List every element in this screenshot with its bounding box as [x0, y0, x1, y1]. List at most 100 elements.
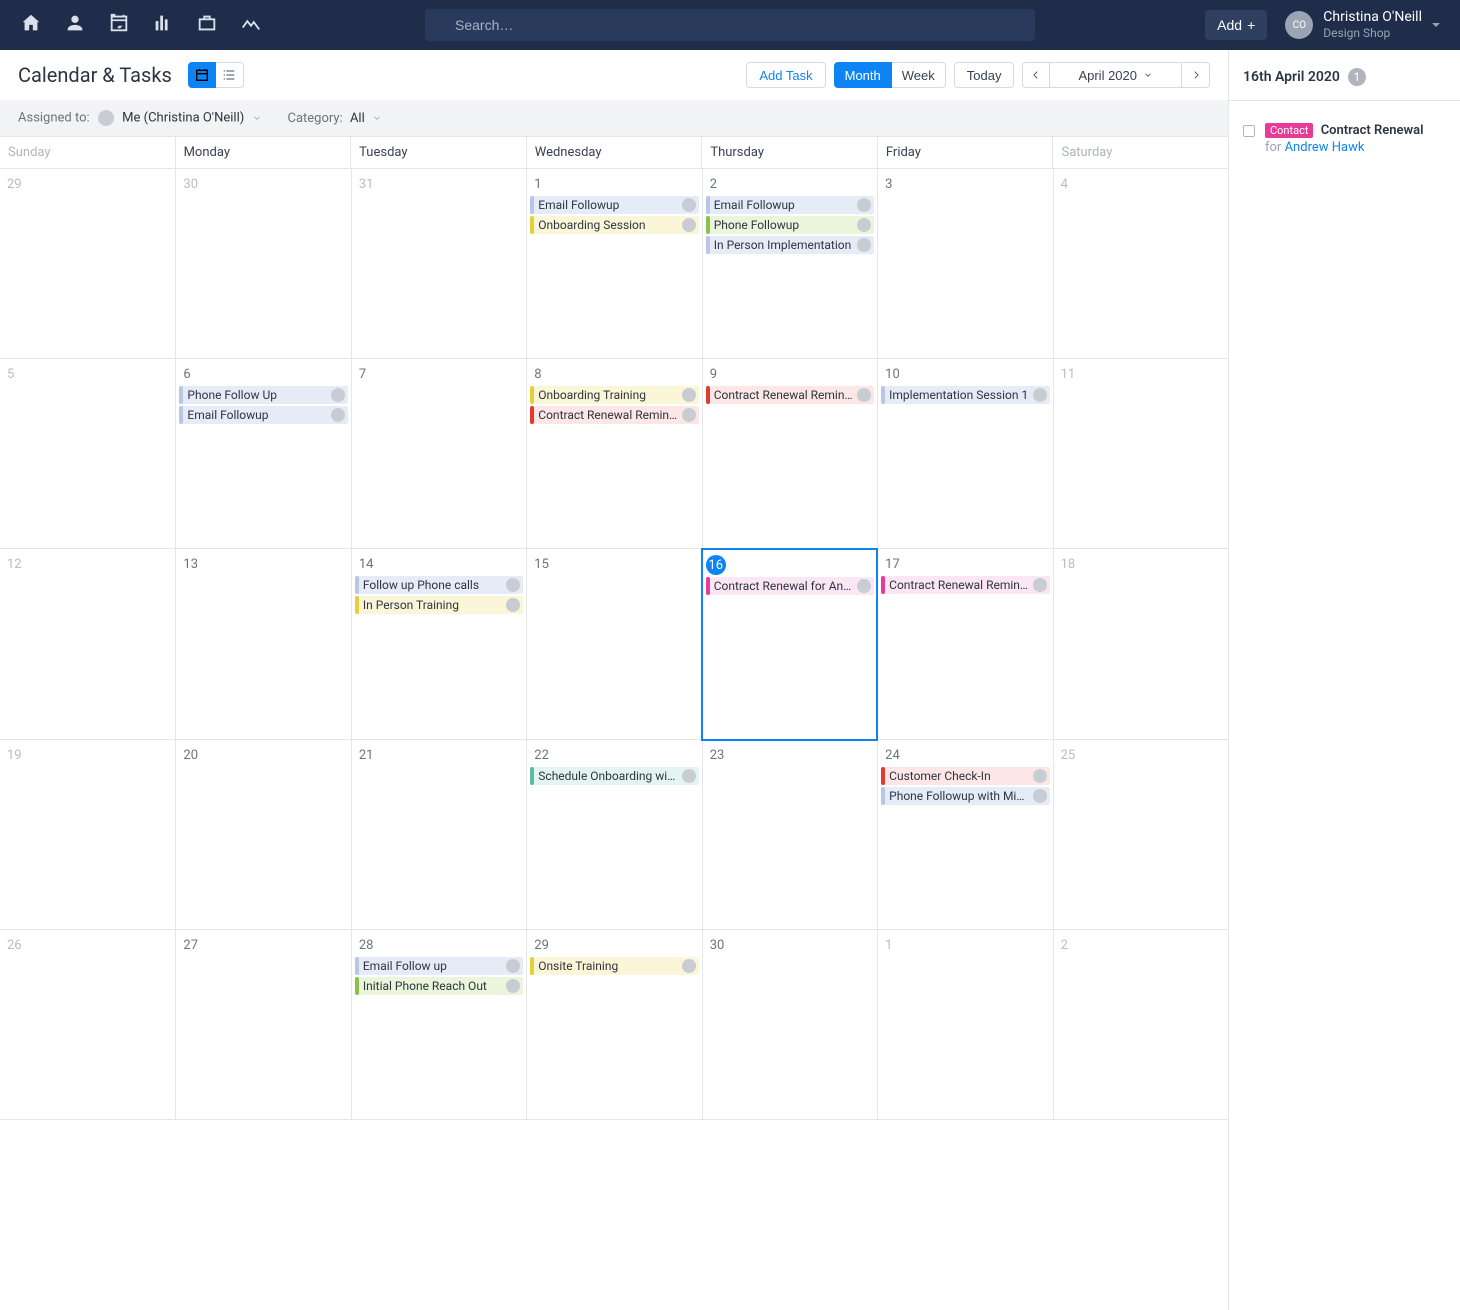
calendar-cell[interactable]: 24Customer Check-InPhone Followup with M…	[877, 740, 1052, 930]
task-chip[interactable]: In Person Implementation	[706, 236, 874, 254]
task-chip[interactable]: Contract Renewal Reminder	[881, 576, 1049, 594]
task-chip[interactable]: Onboarding Training	[530, 386, 698, 404]
calendar-cell[interactable]: 4	[1053, 169, 1228, 359]
avatar-icon	[1033, 789, 1047, 803]
view-list[interactable]	[216, 62, 244, 88]
calendar-cell[interactable]: 10Implementation Session 1	[877, 359, 1052, 549]
reports-icon[interactable]	[152, 12, 174, 38]
task-chip[interactable]: Customer Check-In	[881, 767, 1049, 785]
today-button[interactable]: Today	[954, 62, 1015, 88]
activity-icon[interactable]	[240, 12, 262, 38]
calendar-cell[interactable]: 5	[0, 359, 175, 549]
calendar-cell[interactable]: 1	[877, 930, 1052, 1120]
task-checkbox[interactable]	[1243, 125, 1255, 137]
calendar-cell[interactable]: 23	[702, 740, 877, 930]
calendar-cell[interactable]: 28Email Follow upInitial Phone Reach Out	[351, 930, 526, 1120]
task-chip[interactable]: Initial Phone Reach Out	[355, 977, 523, 995]
prev-month[interactable]	[1022, 62, 1050, 88]
task-chip[interactable]: Phone Follow Up	[179, 386, 347, 404]
calendar-cell[interactable]: 6Phone Follow UpEmail Followup	[175, 359, 350, 549]
sidebar-task[interactable]: Contact Contract Renewal for Andrew Hawk	[1243, 123, 1446, 155]
calendar-cell[interactable]: 21	[351, 740, 526, 930]
day-number: 18	[1057, 555, 1080, 574]
home-icon[interactable]	[20, 12, 42, 38]
task-chip[interactable]: Contract Renewal Reminder	[530, 406, 698, 424]
calendar-cell[interactable]: 8 Onboarding Training Contract Renewal Rem…	[526, 359, 701, 549]
task-chip[interactable]: Email Follow up	[355, 957, 523, 975]
day-number: 15	[530, 555, 553, 574]
add-task-button[interactable]: Add Task	[746, 62, 825, 88]
calendar-cell[interactable]: 11	[1053, 359, 1228, 549]
calendar-cell[interactable]: 12	[0, 549, 175, 739]
calendar-cell[interactable]: 9Contract Renewal Reminder	[702, 359, 877, 549]
task-chip[interactable]: Phone Followup with Mike	[881, 787, 1049, 805]
calendar-body: 2930311Email FollowupOnboarding Session2…	[0, 169, 1228, 1310]
task-chip[interactable]: Onboarding Session	[530, 216, 698, 234]
category-filter[interactable]: Category: All	[288, 111, 383, 126]
range-week[interactable]: Week	[892, 62, 946, 88]
avatar-icon	[1033, 769, 1047, 783]
briefcase-icon[interactable]	[196, 12, 218, 38]
calendar-cell[interactable]: 2Email FollowupPhone FollowupIn Person I…	[702, 169, 877, 359]
task-chip[interactable]: Contract Renewal for Andr…	[706, 577, 874, 595]
calendar-cell[interactable]: 25	[1053, 740, 1228, 930]
month-select[interactable]: April 2020	[1050, 62, 1182, 88]
calendar-cell[interactable]: 18	[1053, 549, 1228, 739]
calendar-cell[interactable]: 2	[1053, 930, 1228, 1120]
calendar-cell[interactable]: 7	[351, 359, 526, 549]
nav-icons	[20, 12, 262, 38]
add-button[interactable]: Add+	[1205, 10, 1267, 40]
calendar-cell[interactable]: 27	[175, 930, 350, 1120]
sidebar-date-header: 16th April 2020 1	[1243, 68, 1446, 86]
day-number: 25	[1057, 746, 1080, 765]
sidebar-count: 1	[1348, 68, 1366, 86]
task-label: Schedule Onboarding with…	[538, 769, 677, 783]
calendar-cell[interactable]: 22Schedule Onboarding with…	[526, 740, 701, 930]
task-chip[interactable]: Onsite Training	[530, 957, 698, 975]
sidebar-for: for	[1265, 140, 1281, 155]
person-icon[interactable]	[64, 12, 86, 38]
calendar-cell[interactable]: 3	[877, 169, 1052, 359]
color-stripe	[881, 787, 885, 805]
search-input[interactable]	[425, 9, 1035, 41]
avatar-icon	[506, 598, 520, 612]
user-menu[interactable]: CO Christina O'Neill Design Shop	[1285, 9, 1440, 40]
calendar-cell[interactable]: 16Contract Renewal for Andr…	[702, 549, 877, 739]
next-month[interactable]	[1182, 62, 1210, 88]
task-chip[interactable]: Schedule Onboarding with…	[530, 767, 698, 785]
calendar-cell[interactable]: 31	[351, 169, 526, 359]
calendar-cell[interactable]: 17 Contract Renewal Reminder	[877, 549, 1052, 739]
calendar-cell[interactable]: 30	[175, 169, 350, 359]
day-number: 8	[530, 365, 545, 384]
task-chip[interactable]: Contract Renewal Reminder	[706, 386, 874, 404]
range-month[interactable]: Month	[834, 62, 892, 88]
task-chip[interactable]: Phone Followup	[706, 216, 874, 234]
topbar: Add+ CO Christina O'Neill Design Shop	[0, 0, 1460, 50]
calendar-cell[interactable]: 15	[526, 549, 701, 739]
calendar-cell[interactable]: 29Onsite Training	[526, 930, 701, 1120]
task-chip[interactable]: In Person Training	[355, 596, 523, 614]
task-chip[interactable]: Follow up Phone calls	[355, 576, 523, 594]
view-toggle	[188, 62, 244, 88]
calendar-cell[interactable]: 26	[0, 930, 175, 1120]
task-chip[interactable]: Implementation Session 1	[881, 386, 1049, 404]
calendar-cell[interactable]: 30	[702, 930, 877, 1120]
calendar-cell[interactable]: 14Follow up Phone callsIn Person Trainin…	[351, 549, 526, 739]
calendar-icon[interactable]	[108, 12, 130, 38]
day-number: 17	[881, 555, 904, 574]
avatar-icon	[682, 218, 696, 232]
task-chip[interactable]: Email Followup	[179, 406, 347, 424]
sidebar-task-link[interactable]: Andrew Hawk	[1285, 140, 1365, 155]
task-chip[interactable]: Email Followup	[530, 196, 698, 214]
view-calendar[interactable]	[188, 62, 216, 88]
assigned-filter[interactable]: Assigned to: Me (Christina O'Neill)	[18, 110, 262, 126]
calendar: SundayMondayTuesdayWednesdayThursdayFrid…	[0, 136, 1228, 1310]
calendar-cell[interactable]: 1Email FollowupOnboarding Session	[526, 169, 701, 359]
add-label: Add	[1217, 17, 1242, 33]
calendar-cell[interactable]: 20	[175, 740, 350, 930]
task-chip[interactable]: Email Followup	[706, 196, 874, 214]
calendar-cell[interactable]: 19	[0, 740, 175, 930]
task-label: Implementation Session 1	[889, 388, 1028, 402]
calendar-cell[interactable]: 29	[0, 169, 175, 359]
calendar-cell[interactable]: 13	[175, 549, 350, 739]
